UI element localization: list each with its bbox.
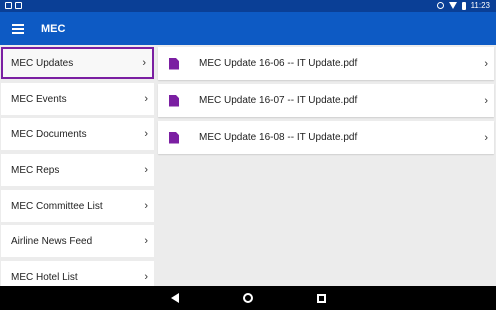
back-icon[interactable] bbox=[170, 293, 179, 303]
status-bar: 11:23 bbox=[0, 0, 496, 12]
sidebar-item-mec-committee-list[interactable]: MEC Committee List › bbox=[1, 190, 154, 222]
chevron-right-icon: › bbox=[144, 128, 148, 140]
file-row[interactable]: MEC Update 16-08 -- IT Update.pdf › bbox=[158, 121, 494, 154]
sidebar-item-mec-events[interactable]: MEC Events › bbox=[1, 83, 154, 115]
chevron-right-icon: › bbox=[144, 164, 148, 176]
app-bar: MEC bbox=[0, 12, 496, 45]
hamburger-menu-icon[interactable] bbox=[12, 22, 24, 36]
sidebar-item-label: MEC Updates bbox=[11, 57, 74, 69]
file-row[interactable]: MEC Update 16-07 -- IT Update.pdf › bbox=[158, 84, 494, 117]
file-name: MEC Update 16-08 -- IT Update.pdf bbox=[199, 132, 358, 143]
alarm-icon bbox=[436, 2, 444, 9]
sidebar-item-airline-news-feed[interactable]: Airline News Feed › bbox=[1, 225, 154, 257]
file-list: MEC Update 16-06 -- IT Update.pdf › MEC … bbox=[156, 45, 496, 286]
app-title: MEC bbox=[41, 22, 66, 35]
chevron-right-icon: › bbox=[484, 131, 488, 144]
sidebar-item-mec-documents[interactable]: MEC Documents › bbox=[1, 118, 154, 150]
chevron-right-icon: › bbox=[484, 57, 488, 70]
file-name: MEC Update 16-07 -- IT Update.pdf bbox=[199, 95, 358, 106]
sidebar: MEC Updates › MEC Events › MEC Documents… bbox=[0, 45, 156, 286]
file-name: MEC Update 16-06 -- IT Update.pdf bbox=[199, 58, 358, 69]
sidebar-item-label: MEC Reps bbox=[11, 164, 60, 176]
sidebar-item-label: Airline News Feed bbox=[11, 235, 93, 247]
pdf-file-icon bbox=[169, 94, 179, 107]
chevron-right-icon: › bbox=[144, 235, 148, 247]
notification-bag-icon bbox=[15, 2, 22, 9]
sidebar-item-label: MEC Events bbox=[11, 93, 67, 105]
system-nav-bar bbox=[0, 286, 496, 310]
wifi-icon bbox=[448, 2, 457, 9]
sidebar-item-label: MEC Hotel List bbox=[11, 271, 78, 283]
sidebar-item-label: MEC Committee List bbox=[11, 200, 103, 212]
status-time: 11:23 bbox=[470, 1, 490, 10]
chevron-right-icon: › bbox=[144, 200, 148, 212]
sidebar-item-mec-hotel-list[interactable]: MEC Hotel List › bbox=[1, 261, 154, 286]
file-row[interactable]: MEC Update 16-06 -- IT Update.pdf › bbox=[158, 47, 494, 80]
chevron-right-icon: › bbox=[484, 94, 488, 107]
sidebar-item-mec-reps[interactable]: MEC Reps › bbox=[1, 154, 154, 186]
chevron-right-icon: › bbox=[142, 57, 146, 69]
pdf-file-icon bbox=[169, 57, 179, 70]
home-icon[interactable] bbox=[242, 293, 253, 303]
battery-icon bbox=[461, 1, 466, 10]
recent-apps-icon[interactable] bbox=[316, 293, 326, 303]
pdf-file-icon bbox=[169, 131, 179, 144]
chevron-right-icon: › bbox=[144, 271, 148, 283]
chevron-right-icon: › bbox=[144, 93, 148, 105]
notification-image-icon bbox=[5, 2, 12, 9]
sidebar-item-mec-updates[interactable]: MEC Updates › bbox=[1, 47, 154, 79]
sidebar-item-label: MEC Documents bbox=[11, 128, 87, 140]
